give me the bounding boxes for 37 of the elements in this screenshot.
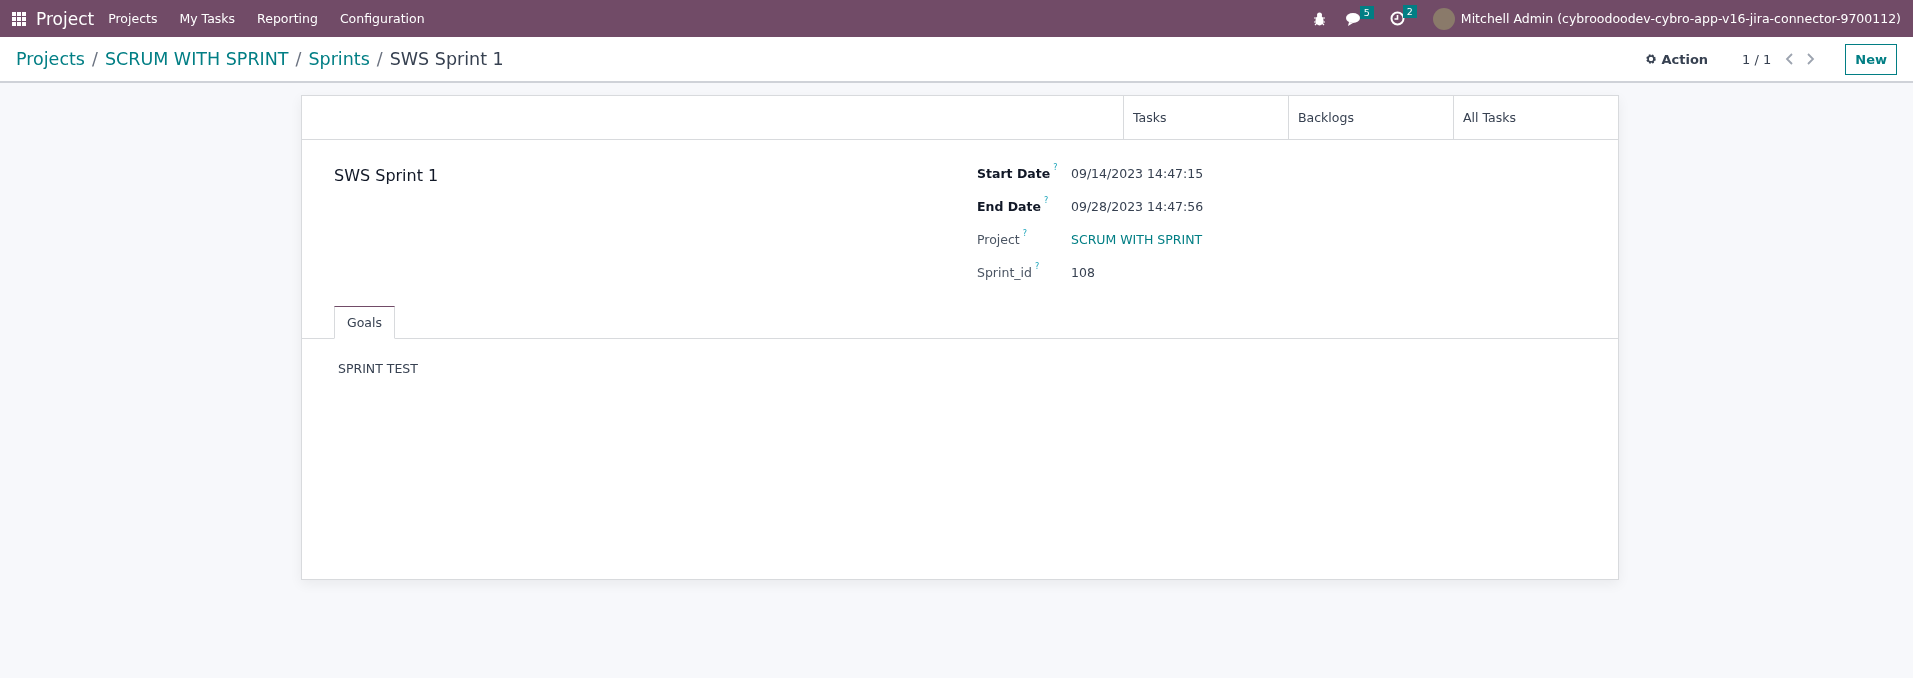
clock-icon[interactable] (1389, 11, 1405, 26)
record-title: SWS Sprint 1 (334, 166, 439, 185)
app-name[interactable]: Project (36, 8, 95, 29)
field-label: Start Date (977, 166, 1051, 181)
field-value: 09/14/2023 14:47:15 (1070, 166, 1204, 183)
field-label: Sprint_id (977, 265, 1032, 280)
breadcrumb-separator: / (376, 49, 383, 69)
menu-item[interactable]: Configuration (339, 11, 425, 26)
notebook-tab[interactable]: Goals (334, 306, 395, 339)
goals-text: SPRINT TEST (338, 361, 418, 376)
user-name[interactable]: Mitchell Admin (cybroodoodev-cybro-app-v16-jira-connector-9700112) (1460, 11, 1901, 26)
breadcrumb-link[interactable]: Sprints (308, 49, 370, 69)
field-value: 09/28/2023 14:47:56 (1070, 199, 1204, 216)
apps-menu-icon[interactable] (12, 11, 26, 26)
bug-icon[interactable] (1312, 11, 1326, 26)
breadcrumb-current: SWS Sprint 1 (389, 49, 504, 69)
menu-item[interactable]: Reporting (257, 11, 318, 26)
pager-value: 1 / 1 (1742, 51, 1772, 67)
field-label: End Date (977, 199, 1041, 214)
new-button[interactable]: New (1845, 43, 1897, 75)
message-count-badge: 5 (1359, 5, 1374, 19)
smart-button[interactable]: Backlogs (1288, 96, 1453, 139)
breadcrumb-link[interactable]: SCRUM WITH SPRINT (104, 49, 289, 69)
field-label: Project (977, 232, 1020, 247)
menu-item[interactable]: My Tasks (179, 11, 236, 26)
breadcrumb-separator: / (92, 49, 98, 69)
field-link[interactable]: SCRUM WITH SPRINT (1065, 232, 1204, 265)
action-button[interactable]: Action (1639, 50, 1715, 68)
field-value: 108 (1070, 265, 1096, 282)
menu-item[interactable]: Projects (108, 11, 158, 26)
breadcrumb-separator: / (295, 49, 302, 69)
smart-button[interactable]: All Tasks (1453, 96, 1618, 139)
gear-icon (1645, 53, 1658, 65)
breadcrumb-link[interactable]: Projects (16, 49, 85, 69)
activity-count-badge: 2 (1402, 5, 1417, 18)
chat-icon[interactable] (1345, 11, 1362, 26)
smart-button[interactable]: Tasks (1123, 96, 1288, 139)
